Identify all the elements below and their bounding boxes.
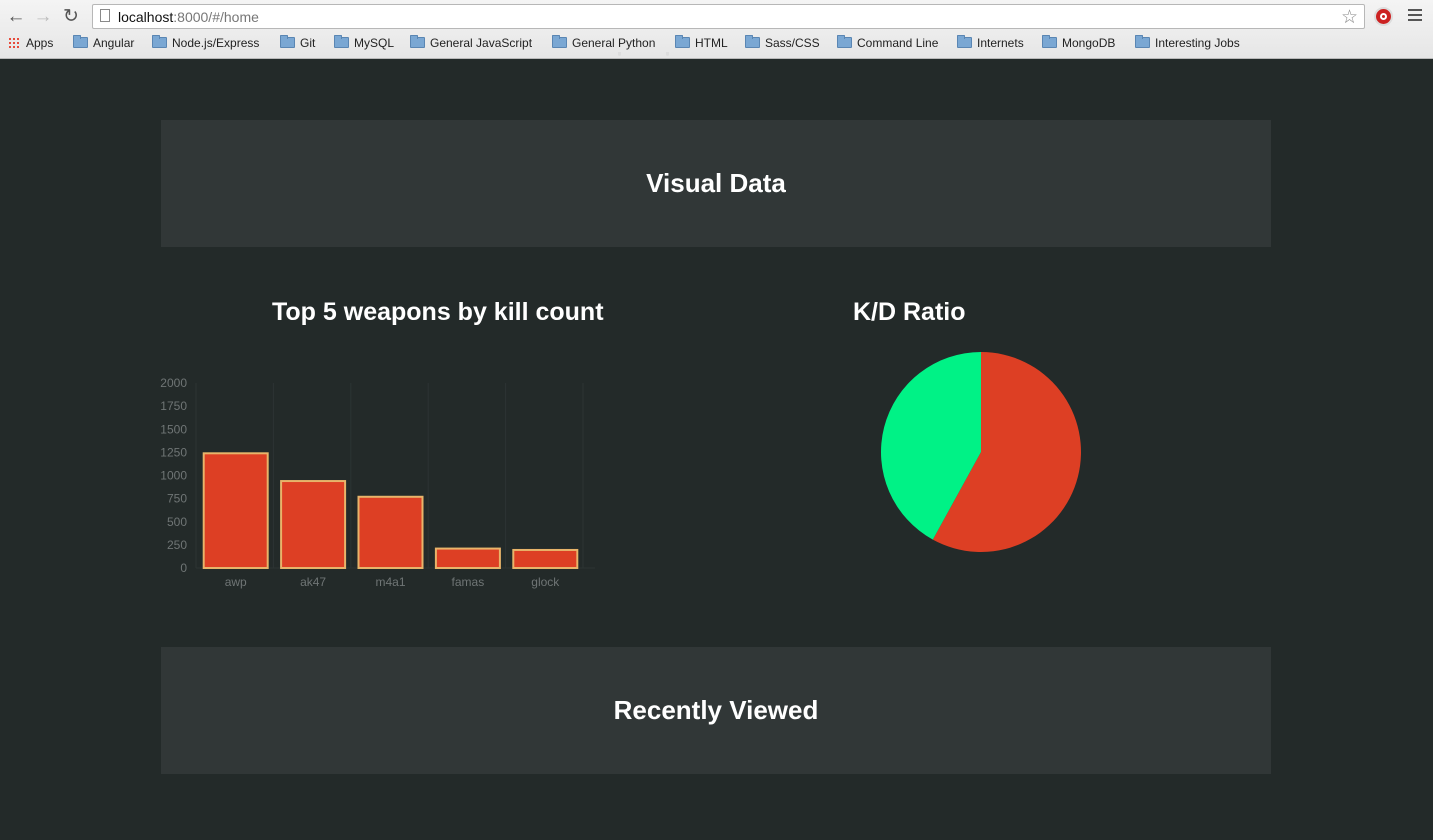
folder-icon: [957, 35, 972, 48]
bar-awp[interactable]: [202, 452, 269, 569]
y-tick-label: 500: [167, 515, 187, 529]
y-tick-label: 750: [167, 492, 187, 506]
folder-icon: [745, 35, 760, 48]
folder-icon: [73, 35, 88, 48]
bookmark-interesting-jobs[interactable]: Interesting Jobs: [1135, 35, 1240, 50]
folder-icon: [280, 35, 295, 48]
bookmarks-bar: Apps Angular Node.js/Express Git MySQL G…: [0, 34, 1433, 54]
bar-chart-title: Top 5 weapons by kill count: [272, 298, 604, 326]
bookmark-nodejs-express[interactable]: Node.js/Express: [152, 35, 259, 50]
bookmark-mysql[interactable]: MySQL: [334, 35, 394, 50]
menu-icon[interactable]: [1408, 9, 1422, 24]
url-text: localhost:8000/#/home: [118, 9, 259, 25]
reload-icon[interactable]: ↻: [60, 6, 82, 28]
x-tick-label: famas: [452, 575, 485, 589]
scrolled-content-fragment: [616, 52, 672, 58]
y-tick-label: 0: [180, 561, 187, 575]
folder-icon: [837, 35, 852, 48]
forward-arrow-icon[interactable]: →: [32, 6, 54, 28]
bookmark-internets[interactable]: Internets: [957, 35, 1024, 50]
back-arrow-icon[interactable]: ←: [5, 6, 27, 28]
folder-icon: [410, 35, 425, 48]
browser-chrome: ← → ↻ localhost:8000/#/home ☆ Apps Angul…: [0, 0, 1433, 59]
bookmark-general-javascript[interactable]: General JavaScript: [410, 35, 532, 50]
y-tick-label: 1750: [160, 399, 187, 413]
x-tick-label: ak47: [300, 575, 326, 589]
folder-icon: [552, 35, 567, 48]
address-bar[interactable]: localhost:8000/#/home ☆: [92, 4, 1365, 29]
y-tick-label: 1000: [160, 469, 187, 483]
bookmark-command-line[interactable]: Command Line: [837, 35, 938, 50]
apps-grid-icon: [8, 37, 20, 49]
visual-data-heading: Visual Data: [646, 168, 786, 198]
folder-icon: [675, 35, 690, 48]
bookmark-angular[interactable]: Angular: [73, 35, 134, 50]
folder-icon: [1135, 35, 1150, 48]
pie-chart-title: K/D Ratio: [853, 298, 966, 326]
x-tick-label: glock: [531, 575, 560, 589]
bookmark-sass-css[interactable]: Sass/CSS: [745, 35, 820, 50]
recently-viewed-panel: Recently Viewed: [161, 647, 1271, 774]
bookmark-git[interactable]: Git: [280, 35, 315, 50]
bar-ak47[interactable]: [280, 480, 347, 569]
folder-icon: [334, 35, 349, 48]
folder-icon: [1042, 35, 1057, 48]
x-tick-label: awp: [225, 575, 247, 589]
recently-viewed-heading: Recently Viewed: [613, 695, 819, 725]
weapons-bar-chart: 0 250 500 750 1000 1250 1500 1750 2000 awp ak47 m4a…: [160, 376, 595, 589]
bar-m4a1[interactable]: [357, 495, 424, 569]
bookmark-apps[interactable]: Apps: [8, 36, 53, 50]
bookmark-mongodb[interactable]: MongoDB: [1042, 35, 1115, 50]
y-tick-label: 1500: [160, 422, 187, 436]
page-icon: [100, 9, 110, 22]
folder-icon: [152, 35, 167, 48]
adblock-extension-icon[interactable]: [1374, 7, 1393, 26]
bookmark-general-python[interactable]: General Python: [552, 35, 655, 50]
y-tick-label: 2000: [160, 376, 187, 390]
y-tick-label: 1250: [160, 445, 187, 459]
bookmark-star-icon[interactable]: ☆: [1341, 6, 1358, 29]
bar-glock[interactable]: [512, 548, 579, 569]
visual-data-panel: Visual Data: [161, 120, 1271, 247]
bookmark-html[interactable]: HTML: [675, 35, 728, 50]
x-tick-label: m4a1: [375, 575, 405, 589]
bar-famas[interactable]: [434, 547, 501, 569]
kd-ratio-pie-chart: [881, 352, 1081, 552]
y-tick-label: 250: [167, 538, 187, 552]
